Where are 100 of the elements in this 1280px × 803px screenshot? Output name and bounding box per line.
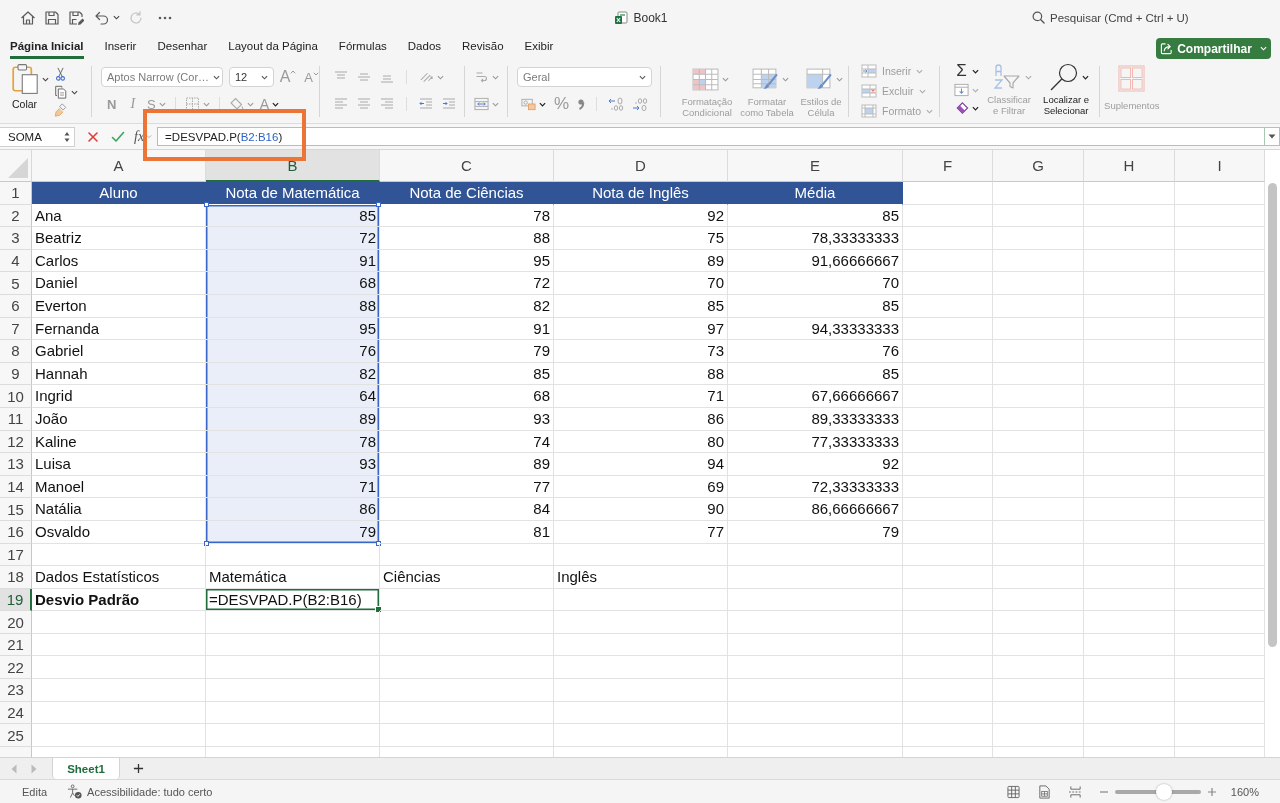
spreadsheet-cell[interactable]: 85 <box>728 204 903 228</box>
empty-cell[interactable] <box>1175 724 1265 747</box>
empty-cell[interactable] <box>903 724 993 747</box>
spreadsheet-cell[interactable]: 89,33333333 <box>728 407 903 431</box>
spreadsheet-cell[interactable]: Dados Estatísticos <box>32 566 206 589</box>
empty-cell[interactable] <box>1175 272 1265 295</box>
spreadsheet-cell[interactable]: 84 <box>380 498 554 521</box>
spreadsheet-cell[interactable]: 94 <box>554 453 728 476</box>
caret-icon[interactable] <box>113 15 120 20</box>
row-header[interactable]: 6 <box>0 294 32 318</box>
decimal-arrow-right-icon[interactable] <box>632 97 649 111</box>
align-middle-icon[interactable] <box>357 71 371 83</box>
page-layout-icon[interactable] <box>1037 784 1051 799</box>
number-format-dropdown[interactable]: Geral <box>517 67 652 87</box>
caret-icon[interactable] <box>71 89 78 95</box>
spreadsheet-cell[interactable]: 95 <box>206 317 380 341</box>
empty-cell[interactable] <box>903 633 993 657</box>
spreadsheet-cell[interactable]: 78,33333333 <box>728 227 903 250</box>
empty-cell[interactable] <box>380 611 554 634</box>
empty-cell[interactable] <box>1084 566 1175 589</box>
share-button[interactable]: Compartilhar <box>1156 38 1271 59</box>
spreadsheet-cell[interactable]: 70 <box>728 272 903 295</box>
font-name-dropdown[interactable]: Aptos Narrow (Cor… <box>101 67 223 87</box>
find-select-button[interactable]: Localizar e Selecionar <box>1039 63 1094 123</box>
empty-cell[interactable] <box>993 633 1084 657</box>
spreadsheet-cell[interactable]: =DESVPAD.P(B2:B16) <box>206 588 380 612</box>
empty-cell[interactable] <box>993 566 1084 589</box>
empty-cell[interactable] <box>903 656 993 680</box>
spreadsheet-cell[interactable]: 79 <box>206 520 380 544</box>
empty-cell[interactable] <box>380 724 554 747</box>
empty-cell[interactable] <box>993 430 1084 454</box>
paintbrush-icon[interactable] <box>53 103 68 117</box>
spreadsheet-cell[interactable]: 89 <box>554 249 728 273</box>
row-header[interactable]: 4 <box>0 249 32 273</box>
comma-style-icon[interactable] <box>577 97 586 111</box>
select-all-corner[interactable] <box>0 150 32 182</box>
empty-cell[interactable] <box>1084 294 1175 318</box>
right-arrow-icon[interactable] <box>31 763 37 774</box>
row-header[interactable]: 19 <box>0 588 32 612</box>
spreadsheet-cell[interactable]: 77 <box>554 520 728 544</box>
empty-cell[interactable] <box>1084 520 1175 544</box>
fill-down-icon[interactable] <box>954 83 970 97</box>
empty-cell[interactable] <box>1084 362 1175 386</box>
spreadsheet-cell[interactable]: 95 <box>380 249 554 273</box>
column-header[interactable]: I <box>1175 150 1265 182</box>
row-header[interactable]: 11 <box>0 407 32 431</box>
empty-cell[interactable] <box>1175 520 1265 544</box>
row-header[interactable]: 20 <box>0 611 32 634</box>
column-header[interactable]: C <box>380 150 554 182</box>
name-box[interactable]: SOMA <box>0 126 75 147</box>
empty-cell[interactable] <box>903 475 993 499</box>
spreadsheet-cell[interactable]: 64 <box>206 385 380 408</box>
empty-cell[interactable] <box>206 679 380 702</box>
spreadsheet-cell[interactable]: 89 <box>206 407 380 431</box>
empty-cell[interactable] <box>1175 566 1265 589</box>
empty-cell[interactable] <box>1175 340 1265 363</box>
spreadsheet-cell[interactable]: 82 <box>380 294 554 318</box>
empty-cell[interactable] <box>1084 272 1175 295</box>
empty-cell[interactable] <box>1175 362 1265 386</box>
spreadsheet-cell[interactable]: 93 <box>380 407 554 431</box>
empty-cell[interactable] <box>1175 317 1265 341</box>
caret-icon[interactable] <box>972 105 980 111</box>
row-header[interactable]: 15 <box>0 498 32 521</box>
empty-cell[interactable] <box>1175 701 1265 725</box>
spreadsheet-cell[interactable]: 85 <box>554 294 728 318</box>
spreadsheet-cell[interactable]: 89 <box>380 453 554 476</box>
spreadsheet-cell[interactable]: 72 <box>206 227 380 250</box>
empty-cell[interactable] <box>728 633 903 657</box>
header-cell[interactable]: Nota de Ciências <box>380 182 554 205</box>
empty-cell[interactable] <box>1175 611 1265 634</box>
empty-cell[interactable] <box>380 633 554 657</box>
empty-cell[interactable] <box>993 272 1084 295</box>
spreadsheet-cell[interactable]: 92 <box>728 453 903 476</box>
empty-cell[interactable] <box>728 701 903 725</box>
left-arrow-icon[interactable] <box>11 763 17 774</box>
empty-cell[interactable] <box>206 701 380 725</box>
plus-icon[interactable] <box>133 763 144 774</box>
row-header[interactable]: 22 <box>0 656 32 680</box>
empty-cell[interactable] <box>903 679 993 702</box>
empty-cell[interactable] <box>1084 498 1175 521</box>
spreadsheet-cell[interactable]: 77,33333333 <box>728 430 903 454</box>
empty-cell[interactable] <box>1084 453 1175 476</box>
row-header[interactable]: 10 <box>0 385 32 408</box>
empty-cell[interactable] <box>728 543 903 567</box>
spreadsheet-cell[interactable]: 79 <box>728 520 903 544</box>
spreadsheet-cell[interactable]: 71 <box>554 385 728 408</box>
empty-cell[interactable] <box>206 724 380 747</box>
row-header[interactable]: 13 <box>0 453 32 476</box>
row-header[interactable]: 21 <box>0 633 32 657</box>
empty-cell[interactable] <box>993 385 1084 408</box>
spreadsheet-cell[interactable]: 85 <box>380 362 554 386</box>
spreadsheet-cell[interactable]: Matemática <box>206 566 380 589</box>
normal-view-icon[interactable] <box>1006 784 1020 799</box>
header-cell[interactable]: Nota de Inglês <box>554 182 728 205</box>
empty-cell[interactable] <box>993 227 1084 250</box>
formula-field[interactable]: =DESVPAD.P(B2:B16) <box>157 127 1265 146</box>
spreadsheet-cell[interactable]: 69 <box>554 475 728 499</box>
empty-cell[interactable] <box>903 317 993 341</box>
scrollbar-thumb[interactable] <box>1268 183 1277 647</box>
empty-cell[interactable] <box>993 317 1084 341</box>
